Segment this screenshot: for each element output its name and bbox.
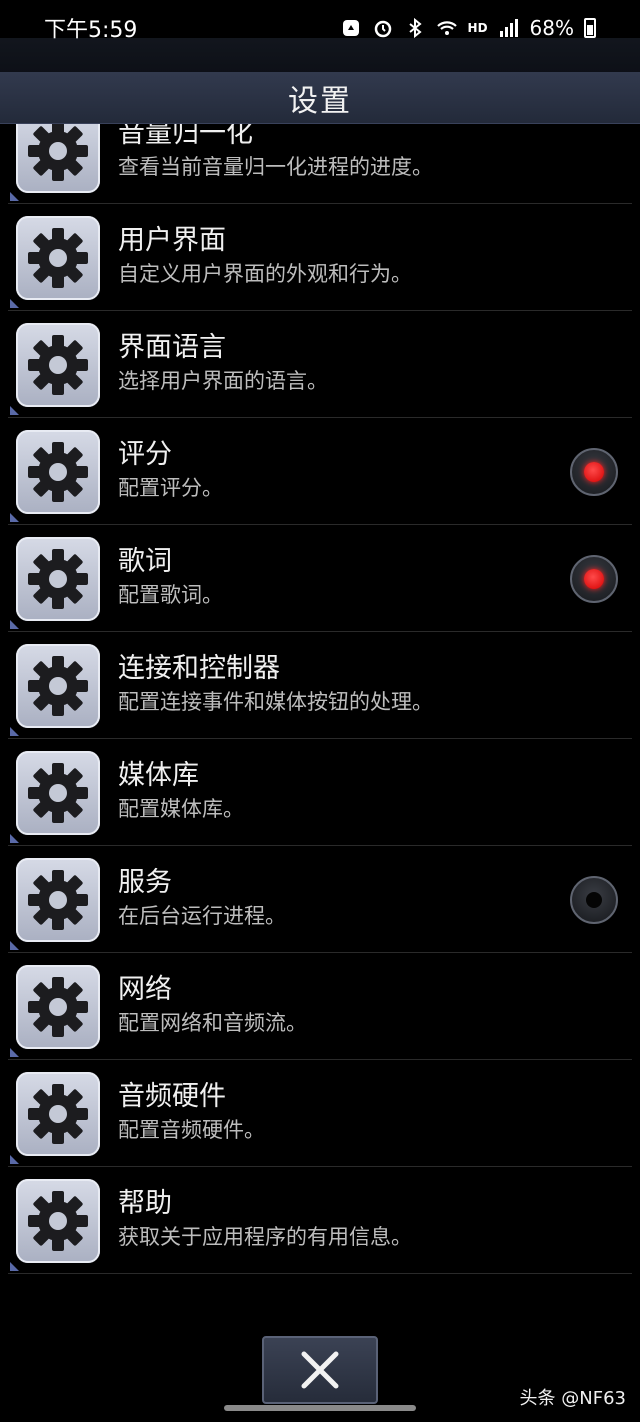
settings-toggle[interactable] <box>570 448 618 496</box>
settings-row-title: 连接和控制器 <box>118 653 280 684</box>
gear-icon <box>28 1084 88 1144</box>
settings-row-subtitle: 配置媒体库。 <box>118 797 244 821</box>
recycle-icon <box>342 20 359 36</box>
gear-icon <box>28 442 88 502</box>
settings-row[interactable]: 歌词 配置歌词。 <box>8 525 632 632</box>
gear-icon-box <box>16 430 100 514</box>
settings-row-title: 界面语言 <box>118 332 226 363</box>
toggle-indicator <box>584 462 604 482</box>
settings-row[interactable]: 连接和控制器配置连接事件和媒体按钮的处理。 <box>8 632 632 739</box>
settings-row-subtitle: 配置音频硬件。 <box>118 1118 265 1142</box>
background-notification <box>0 38 640 76</box>
gear-icon-box <box>16 1179 100 1263</box>
settings-row-subtitle: 在后台运行进程。 <box>118 904 286 928</box>
settings-row-title: 媒体库 <box>118 760 199 791</box>
gear-icon-box <box>16 965 100 1049</box>
gear-icon <box>28 977 88 1037</box>
corner-marker <box>10 1048 19 1057</box>
settings-row-subtitle: 获取关于应用程序的有用信息。 <box>118 1225 412 1249</box>
settings-row-title: 歌词 <box>118 546 172 577</box>
settings-toggle[interactable] <box>570 555 618 603</box>
settings-row-subtitle: 配置连接事件和媒体按钮的处理。 <box>118 690 433 714</box>
gear-icon <box>28 121 88 181</box>
gear-icon <box>28 335 88 395</box>
settings-toggle[interactable] <box>570 876 618 924</box>
screen: 下午5:59 HD 68% 音量归一化 查看当前音量归一化进程的进度。 用户界面 自定… <box>0 0 640 1422</box>
settings-row[interactable]: 服务在后台运行进程。 <box>8 846 632 953</box>
settings-row-subtitle: 查看当前音量归一化进程的进度。 <box>118 155 433 179</box>
gear-icon <box>28 1191 88 1251</box>
title-bar: 设置 <box>0 72 640 124</box>
gear-icon-box <box>16 751 100 835</box>
corner-marker <box>10 1155 19 1164</box>
gear-icon <box>28 656 88 716</box>
corner-marker <box>10 299 19 308</box>
gear-icon-box <box>16 644 100 728</box>
gear-icon-box <box>16 1072 100 1156</box>
corner-marker <box>10 834 19 843</box>
gear-icon <box>28 549 88 609</box>
corner-marker <box>10 1262 19 1271</box>
settings-row-title: 帮助 <box>118 1188 172 1219</box>
settings-row[interactable]: 媒体库 配置媒体库。 <box>8 739 632 846</box>
bluetooth-icon <box>408 17 422 39</box>
settings-row-subtitle: 选择用户界面的语言。 <box>118 369 328 393</box>
gear-icon-box <box>16 323 100 407</box>
signal-icon <box>499 19 518 37</box>
settings-row-title: 音频硬件 <box>118 1081 226 1112</box>
settings-row[interactable]: 音频硬件配置音频硬件。 <box>8 1060 632 1167</box>
settings-list[interactable]: 音量归一化 查看当前音量归一化进程的进度。用户界面自定义用户界面的外观和行为。界面… <box>0 110 640 1286</box>
settings-row[interactable]: 网络配置网络和音频流。 <box>8 953 632 1060</box>
home-indicator[interactable] <box>224 1405 416 1411</box>
battery-percent: 68% <box>529 16 574 40</box>
toggle-indicator <box>586 892 602 908</box>
settings-row-subtitle: 配置评分。 <box>118 476 223 500</box>
gear-icon <box>28 870 88 930</box>
page-title: 设置 <box>288 83 352 119</box>
settings-row[interactable]: 用户界面自定义用户界面的外观和行为。 <box>8 204 632 311</box>
settings-row[interactable]: 界面语言选择用户界面的语言。 <box>8 311 632 418</box>
corner-marker <box>10 727 19 736</box>
close-icon <box>301 1351 339 1389</box>
gear-icon <box>28 763 88 823</box>
corner-marker <box>10 941 19 950</box>
corner-marker <box>10 406 19 415</box>
settings-row-title: 用户界面 <box>118 225 226 256</box>
settings-row-subtitle: 配置网络和音频流。 <box>118 1011 307 1035</box>
gear-icon-box <box>16 858 100 942</box>
close-button[interactable] <box>262 1336 378 1404</box>
settings-row[interactable]: 音量归一化 查看当前音量归一化进程的进度。 <box>8 110 632 204</box>
alarm-icon <box>374 20 391 38</box>
settings-row[interactable]: 评分 配置评分。 <box>8 418 632 525</box>
status-icons: HD 68% <box>340 16 596 40</box>
watermark: 头条 @NF63 <box>519 1388 626 1409</box>
hd-indicator: HD <box>467 21 488 35</box>
corner-marker <box>10 192 19 201</box>
settings-row-subtitle: 自定义用户界面的外观和行为。 <box>118 262 412 286</box>
settings-row[interactable]: 帮助获取关于应用程序的有用信息。 <box>8 1167 632 1274</box>
gear-icon-box <box>16 216 100 300</box>
toggle-indicator <box>584 569 604 589</box>
wifi-icon <box>436 21 457 35</box>
settings-row-title: 服务 <box>118 867 172 898</box>
corner-marker <box>10 620 19 629</box>
battery-icon <box>584 18 596 38</box>
settings-row-title: 网络 <box>118 974 172 1005</box>
gear-icon-box <box>16 537 100 621</box>
gear-icon <box>28 228 88 288</box>
corner-marker <box>10 513 19 522</box>
settings-row-subtitle: 配置歌词。 <box>118 583 223 607</box>
settings-row-title: 评分 <box>118 439 172 470</box>
